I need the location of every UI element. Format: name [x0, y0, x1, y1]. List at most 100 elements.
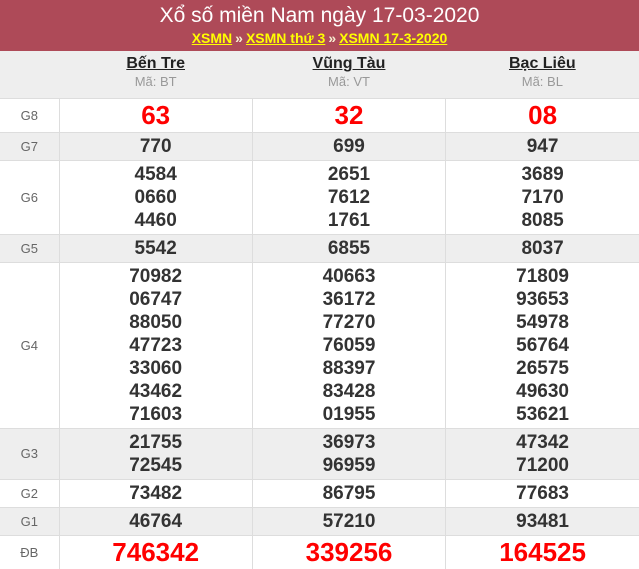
prize-number: 0660 — [134, 186, 177, 208]
province-header-vungtau: Vũng Tàu Mã: VT — [252, 51, 446, 98]
prize-row-G8: G8 63 32 08 — [0, 97, 639, 132]
prize-number: 01955 — [322, 403, 376, 425]
province-link[interactable]: Bến Tre — [59, 54, 252, 74]
prize-label: G3 — [0, 427, 59, 479]
prize-number: 88050 — [129, 311, 183, 333]
prize-label-column-header — [0, 51, 59, 98]
province-code: Mã: BL — [521, 74, 563, 90]
results-header: Xổ số miền Nam ngày 17-03-2020 XSMN» XSMN… — [0, 0, 639, 51]
prize-cell: 746342 — [58, 534, 253, 569]
prize-number: 49630 — [516, 380, 569, 402]
prize-number: 4584 — [134, 163, 177, 185]
prize-label: G1 — [0, 506, 59, 535]
breadcrumb-link-xsmn-date[interactable]: XSMN 17-3-2020 — [339, 30, 447, 46]
province-header-row: Bến Tre Mã: BT Vũng Tàu Mã: VT Bạc Liêu … — [0, 51, 639, 98]
prize-cell: 86795 — [251, 478, 446, 507]
prize-number: 70982 — [129, 265, 183, 287]
prize-number: 08 — [528, 99, 558, 130]
prize-number: 699 — [333, 135, 365, 157]
prize-number: 36172 — [322, 288, 376, 310]
prize-cell: 6855 — [251, 233, 446, 262]
results-body: G8 63 32 08 G7 770 699 947 G6 4584 0660 4460 2651 761… — [0, 97, 639, 569]
prize-cell: 32 — [251, 97, 446, 132]
prize-cell: 40663 36172 77270 76059 88397 83428 01955 — [251, 261, 446, 428]
prize-cell: 73482 — [58, 478, 253, 507]
prize-number: 57210 — [322, 510, 376, 532]
prize-cell: 77683 — [445, 478, 639, 507]
prize-number: 72545 — [129, 454, 183, 476]
prize-number: 54978 — [516, 311, 569, 333]
prize-number: 21755 — [129, 431, 183, 453]
prize-number: 36973 — [322, 431, 376, 453]
lottery-results-page: Xổ số miền Nam ngày 17-03-2020 XSMN» XSMN… — [0, 0, 639, 569]
prize-row-G5: G5 5542 6855 8037 — [0, 233, 639, 262]
prize-number: 32 — [334, 99, 364, 130]
prize-number: 164525 — [499, 536, 586, 567]
prize-cell: 36973 96959 — [251, 427, 446, 479]
prize-label: G2 — [0, 478, 59, 507]
prize-number: 86795 — [322, 482, 376, 504]
prize-number: 71603 — [129, 403, 183, 425]
prize-label: G5 — [0, 233, 59, 262]
prize-cell: 70982 06747 88050 47723 33060 43462 71603 — [58, 261, 253, 428]
prize-number: 77270 — [322, 311, 376, 333]
prize-number: 83428 — [322, 380, 376, 402]
breadcrumb-link-xsmn-thu3[interactable]: XSMN thứ 3 — [246, 30, 325, 46]
prize-cell: 93481 — [445, 506, 639, 535]
prize-number: 947 — [526, 135, 559, 157]
prize-cell: 2651 7612 1761 — [251, 159, 446, 234]
prize-cell: 71809 93653 54978 56764 26575 49630 53621 — [445, 261, 639, 428]
prize-cell: 57210 — [251, 506, 446, 535]
province-header-bentre: Bến Tre Mã: BT — [59, 51, 253, 98]
prize-number: 746342 — [112, 536, 200, 567]
prize-cell: 699 — [251, 131, 446, 160]
prize-number: 46764 — [129, 510, 183, 532]
prize-row-G2: G2 73482 86795 77683 — [0, 478, 639, 507]
prize-number: 8037 — [521, 237, 564, 259]
prize-number: 339256 — [305, 536, 393, 567]
prize-label: G6 — [0, 159, 59, 234]
prize-row-G3: G3 21755 72545 36973 96959 47342 71200 — [0, 427, 639, 479]
prize-cell: 47342 71200 — [445, 427, 639, 479]
prize-cell: 339256 — [251, 534, 446, 569]
province-link[interactable]: Bạc Liêu — [446, 54, 639, 74]
prize-number: 3689 — [521, 163, 564, 185]
prize-number: 63 — [141, 99, 171, 130]
prize-number: 43462 — [129, 380, 183, 402]
province-header-baclieu: Bạc Liêu Mã: BL — [445, 51, 639, 98]
prize-row-G6: G6 4584 0660 4460 2651 7612 1761 3689 7170 8085 — [0, 159, 639, 234]
prize-number: 4460 — [134, 209, 177, 231]
prize-number: 77683 — [516, 482, 569, 504]
prize-number: 73482 — [129, 482, 183, 504]
prize-number: 56764 — [516, 334, 569, 356]
prize-number: 7612 — [327, 186, 371, 208]
breadcrumb-link-xsmn[interactable]: XSMN — [192, 30, 232, 46]
prize-number: 8085 — [521, 209, 564, 231]
prize-number: 47723 — [129, 334, 183, 356]
prize-cell: 4584 0660 4460 — [58, 159, 253, 234]
breadcrumb: XSMN» XSMN thứ 3» XSMN 17-3-2020 — [0, 29, 639, 48]
prize-cell: 3689 7170 8085 — [445, 159, 639, 234]
prize-label: G7 — [0, 131, 59, 160]
prize-cell: 8037 — [445, 233, 639, 262]
prize-number: 770 — [139, 135, 172, 157]
prize-number: 93653 — [516, 288, 569, 310]
prize-cell: 21755 72545 — [58, 427, 253, 479]
prize-cell: 164525 — [445, 534, 639, 569]
prize-number: 76059 — [322, 334, 376, 356]
prize-number: 47342 — [516, 431, 569, 453]
prize-row-G7: G7 770 699 947 — [0, 131, 639, 160]
prize-row-G4: G4 70982 06747 88050 47723 33060 43462 71603 406… — [0, 261, 639, 428]
prize-label: ĐB — [0, 534, 59, 569]
prize-number: 06747 — [129, 288, 183, 310]
breadcrumb-separator: » — [328, 30, 337, 46]
prize-number: 71809 — [516, 265, 569, 287]
prize-number: 6855 — [327, 237, 371, 259]
prize-number: 7170 — [521, 186, 564, 208]
prize-cell: 770 — [58, 131, 253, 160]
prize-cell: 5542 — [58, 233, 253, 262]
prize-number: 33060 — [129, 357, 183, 379]
province-link[interactable]: Vũng Tàu — [252, 54, 445, 74]
prize-number: 1761 — [327, 209, 371, 231]
prize-number: 5542 — [134, 237, 177, 259]
